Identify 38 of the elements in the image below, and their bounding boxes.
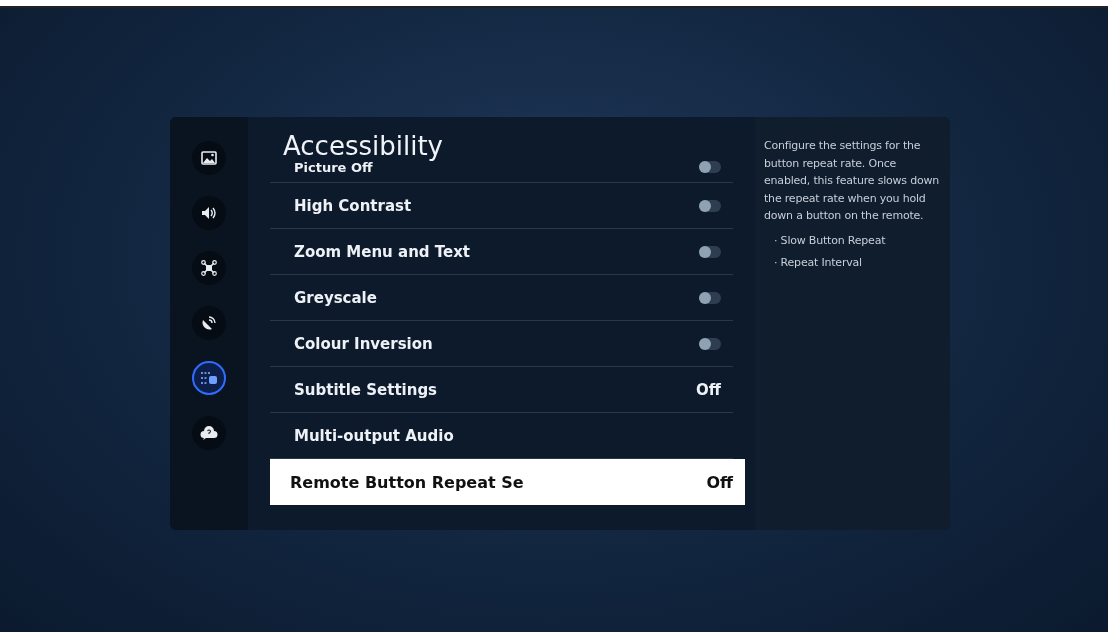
category-button[interactable]: [192, 141, 226, 175]
menu-item-label: Multi-output Audio: [294, 426, 454, 445]
menu-item[interactable]: Greyscale: [270, 275, 733, 321]
menu-item[interactable]: Subtitle Settings Off: [270, 367, 733, 413]
menu-item-label: Subtitle Settings: [294, 380, 438, 399]
description-bullet: · Slow Button Repeat: [773, 232, 887, 249]
toggle-switch[interactable]: [699, 161, 721, 173]
category-button[interactable]: [192, 196, 226, 230]
toggle-switch[interactable]: [699, 337, 721, 350]
menu-item-value: Off: [696, 380, 721, 399]
speaker-icon: [201, 206, 217, 220]
toggle-switch[interactable]: [699, 245, 721, 258]
category-button[interactable]: [192, 251, 226, 285]
menu-item-label: Picture Off: [294, 161, 373, 175]
menu-item[interactable]: Colour Inversion: [270, 321, 733, 367]
menu-item-label: Colour Inversion: [294, 334, 433, 353]
toggle-switch[interactable]: [699, 199, 721, 212]
description-text: Configure the settings for the button repeat rate. Once enabled, this feature slows down the repeat rate when you hold down a button on the remote.: [764, 138, 941, 224]
toggle-switch[interactable]: [699, 291, 721, 304]
menu-item-label: Zoom Menu and Text: [294, 242, 471, 261]
category-button[interactable]: [192, 361, 226, 395]
menu-item-label: High Contrast: [294, 196, 412, 215]
menu-item-label: Remote Button Repeat Se: [290, 472, 524, 492]
menu-item[interactable]: High Contrast: [270, 183, 733, 229]
page-title: Accessibility: [282, 131, 444, 161]
satellite-dish-icon: [201, 315, 217, 331]
network-nodes-icon: [201, 260, 217, 276]
focused-menu-item[interactable]: Remote Button Repeat Se Off: [270, 459, 745, 505]
category-button[interactable]: [192, 306, 226, 340]
list-settings-icon: [200, 371, 218, 385]
menu-item-label: Greyscale: [294, 288, 377, 307]
menu-item[interactable]: Zoom Menu and Text: [270, 229, 733, 275]
menu-item-value: Off: [706, 472, 733, 492]
picture-icon: [201, 151, 217, 165]
help-cloud-icon: [200, 426, 218, 440]
menu-item[interactable]: Picture Off: [270, 161, 733, 183]
description-bullet: · Repeat Interval: [773, 254, 863, 271]
category-button[interactable]: [192, 416, 226, 450]
